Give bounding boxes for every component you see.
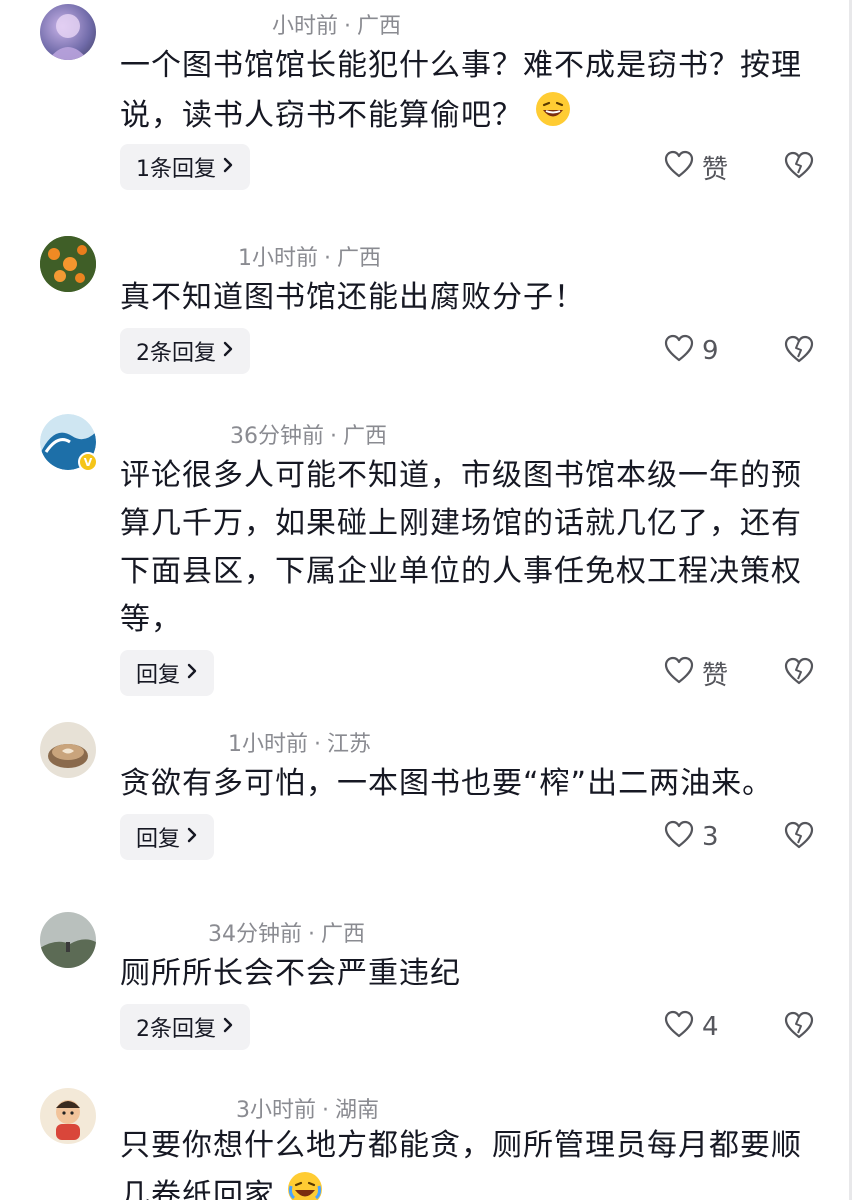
dislike-button[interactable] xyxy=(784,328,814,374)
comment-meta: 36分钟前 · 广西 xyxy=(230,418,387,450)
avatar[interactable] xyxy=(40,4,96,60)
avatar[interactable] xyxy=(40,722,96,778)
comment-time: 36分钟前 xyxy=(230,424,324,449)
comment-region: 广西 xyxy=(337,246,382,271)
chevron-right-icon xyxy=(222,339,234,364)
avatar[interactable] xyxy=(40,912,96,968)
meta-separator: · xyxy=(344,14,352,39)
broken-heart-icon xyxy=(784,821,814,853)
comment-text: 只要你想什么地方都能贪，厕所管理员每月都要顺几卷纸回家 xyxy=(120,1122,820,1200)
comment-region: 广西 xyxy=(343,424,388,449)
comment-meta: 3小时前 · 湖南 xyxy=(236,1092,379,1124)
dislike-button[interactable] xyxy=(784,814,814,860)
like-button[interactable]: 赞 xyxy=(664,144,728,190)
comment-region: 广西 xyxy=(321,922,366,947)
comment-text: 评论很多人可能不知道，市级图书馆本级一年的预算几千万，如果碰上刚建场馆的话就几亿… xyxy=(120,458,802,637)
like-button[interactable]: 赞 xyxy=(664,650,728,696)
view-replies-button[interactable]: 2条回复 xyxy=(120,328,250,374)
dislike-button[interactable] xyxy=(784,650,814,696)
comment-time: 小时前 xyxy=(272,14,339,39)
comment-text: 贪欲有多可怕，一本图书也要“榨”出二两油来。 xyxy=(120,766,774,801)
heart-outline-icon xyxy=(664,1010,694,1045)
meta-separator: · xyxy=(330,424,337,449)
chevron-right-icon xyxy=(222,1015,234,1040)
like-count: 赞 xyxy=(702,660,729,691)
chevron-right-icon xyxy=(186,661,198,686)
comment-region: 湖南 xyxy=(335,1098,380,1123)
comment-time: 1小时前 xyxy=(228,732,308,757)
verified-badge: V xyxy=(78,452,98,472)
broken-heart-icon xyxy=(784,151,814,183)
view-replies-button[interactable]: 2条回复 xyxy=(120,1004,250,1050)
heart-outline-icon xyxy=(664,820,694,855)
broken-heart-icon xyxy=(784,657,814,689)
heart-outline-icon xyxy=(664,334,694,369)
comment-time: 3小时前 xyxy=(236,1098,316,1123)
heart-outline-icon xyxy=(664,656,694,691)
comment-meta: 1小时前 · 广西 xyxy=(238,240,381,272)
meta-separator: · xyxy=(324,246,331,271)
avatar[interactable] xyxy=(40,236,96,292)
comment-meta: 小时前 · 广西 xyxy=(272,8,401,40)
like-count: 赞 xyxy=(702,154,729,185)
like-button[interactable]: 4 xyxy=(664,1004,719,1050)
chevron-right-icon xyxy=(222,155,234,180)
comment-text: 厕所所长会不会严重违纪 xyxy=(120,956,461,991)
heart-outline-icon xyxy=(664,150,694,185)
broken-heart-icon xyxy=(784,335,814,367)
reply-button[interactable]: 回复 xyxy=(120,650,215,696)
comment-time: 34分钟前 xyxy=(208,922,302,947)
like-button[interactable]: 3 xyxy=(664,814,719,860)
comment-text: 一个图书馆馆长能犯什么事？难不成是窃书？按理说，读书人窃书不能算偷吧？ xyxy=(120,42,820,143)
laughing-emoji-icon xyxy=(286,1170,324,1200)
broken-heart-icon xyxy=(784,1011,814,1043)
comment-region: 江苏 xyxy=(327,732,372,757)
laughing-emoji-icon xyxy=(534,90,572,143)
reply-button[interactable]: 回复 xyxy=(120,814,215,860)
comment-text: 真不知道图书馆还能出腐败分子！ xyxy=(120,280,585,315)
comment-region: 广西 xyxy=(357,14,402,39)
comment-meta: 1小时前 · 江苏 xyxy=(228,726,371,758)
comment-time: 1小时前 xyxy=(238,246,318,271)
dislike-button[interactable] xyxy=(784,1004,814,1050)
chevron-right-icon xyxy=(186,825,198,850)
avatar[interactable] xyxy=(40,1088,96,1144)
like-button[interactable]: 9 xyxy=(664,328,719,374)
meta-separator: · xyxy=(322,1098,329,1123)
meta-separator: · xyxy=(308,922,315,947)
meta-separator: · xyxy=(314,732,321,757)
view-replies-button[interactable]: 1条回复 xyxy=(120,144,250,190)
like-count: 4 xyxy=(702,1012,719,1042)
like-count: 9 xyxy=(702,336,719,366)
comment-meta: 34分钟前 · 广西 xyxy=(208,916,365,948)
like-count: 3 xyxy=(702,822,719,852)
dislike-button[interactable] xyxy=(784,144,814,190)
avatar[interactable]: V xyxy=(40,414,98,472)
